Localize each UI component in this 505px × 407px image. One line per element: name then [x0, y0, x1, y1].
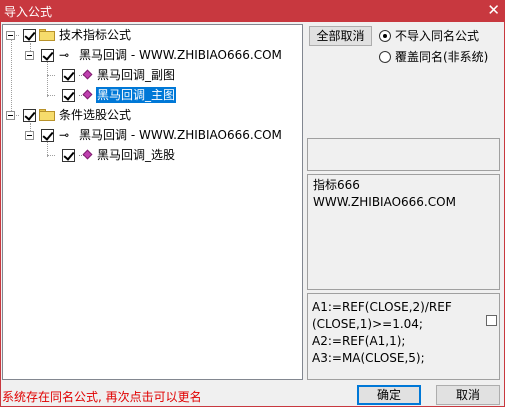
radio-overwrite[interactable] — [379, 51, 391, 63]
tree-connector — [11, 39, 12, 115]
tree-leaf-label[interactable]: 黑马回调_副图 — [96, 67, 176, 83]
collapse-icon[interactable] — [6, 111, 15, 120]
formula-checkbox[interactable] — [41, 129, 54, 142]
tree-connector — [47, 61, 48, 97]
cancel-button[interactable]: 取消 — [436, 385, 500, 405]
tree-leaf-label-selected[interactable]: 黑马回调_主图 — [94, 86, 178, 104]
tree-connector — [47, 75, 55, 76]
radio-skip-same-name[interactable] — [379, 30, 391, 42]
leaf-checkbox[interactable] — [62, 69, 75, 82]
description-panel: 指标666 WWW.ZHIBIAO666.COM — [307, 174, 500, 290]
description-line: 指标666 — [313, 178, 360, 192]
code-line: A1:=REF(CLOSE,2)/REF — [312, 300, 452, 314]
code-panel: A1:=REF(CLOSE,2)/REF (CLOSE,1)>=1.04; A2… — [307, 293, 500, 380]
ok-button[interactable]: 确定 — [357, 385, 421, 405]
group-checkbox[interactable] — [23, 29, 36, 42]
tree-group-label[interactable]: 技术指标公式 — [58, 27, 132, 43]
code-line: (CLOSE,1)>=1.04; — [312, 317, 423, 331]
tree-group-label[interactable]: 条件选股公式 — [58, 107, 132, 123]
code-line: A3:=MA(CLOSE,5); — [312, 351, 425, 365]
description-line: WWW.ZHIBIAO666.COM — [313, 195, 456, 209]
code-line: A2:=REF(A1,1); — [312, 334, 406, 348]
key-icon: ⊸ — [59, 48, 70, 62]
formula-gem-icon — [79, 69, 93, 83]
radio-overwrite-label[interactable]: 覆盖同名(非系统) — [395, 50, 488, 64]
empty-info-panel — [307, 138, 500, 171]
group-checkbox[interactable] — [23, 109, 36, 122]
formula-gem-icon — [79, 149, 93, 163]
radio-skip-label[interactable]: 不导入同名公式 — [395, 29, 479, 43]
window-title: 导入公式 — [4, 5, 53, 19]
tree-connector — [47, 95, 55, 96]
leaf-checkbox[interactable] — [62, 149, 75, 162]
collapse-icon[interactable] — [25, 51, 34, 60]
collapse-icon[interactable] — [6, 31, 15, 40]
folder-icon — [39, 109, 55, 121]
status-message: 系统存在同名公式, 再次点击可以更名 — [2, 390, 202, 404]
folder-icon — [39, 29, 55, 41]
code-text: A1:=REF(CLOSE,2)/REF (CLOSE,1)>=1.04; A2… — [312, 299, 482, 367]
leaf-checkbox[interactable] — [62, 89, 75, 102]
tree-formula-label[interactable]: 黑马回调 - WWW.ZHIBIAO666.COM — [78, 127, 283, 143]
tree-formula-label[interactable]: 黑马回调 - WWW.ZHIBIAO666.COM — [78, 47, 283, 63]
collapse-icon[interactable] — [25, 131, 34, 140]
formula-gem-icon — [79, 89, 93, 103]
tree-leaf-label[interactable]: 黑马回调_选股 — [96, 147, 176, 163]
code-checkbox[interactable] — [486, 315, 497, 326]
close-icon[interactable]: ✕ — [487, 1, 500, 19]
tree-connector — [47, 155, 55, 156]
key-icon: ⊸ — [59, 128, 70, 142]
cancel-all-button[interactable]: 全部取消 — [309, 26, 372, 46]
formula-checkbox[interactable] — [41, 49, 54, 62]
title-bar: 导入公式 ✕ — [0, 0, 505, 22]
formula-tree[interactable]: 技术指标公式 ⊸ 黑马回调 - WWW.ZHIBIAO666.COM 黑马回调_… — [2, 24, 303, 380]
